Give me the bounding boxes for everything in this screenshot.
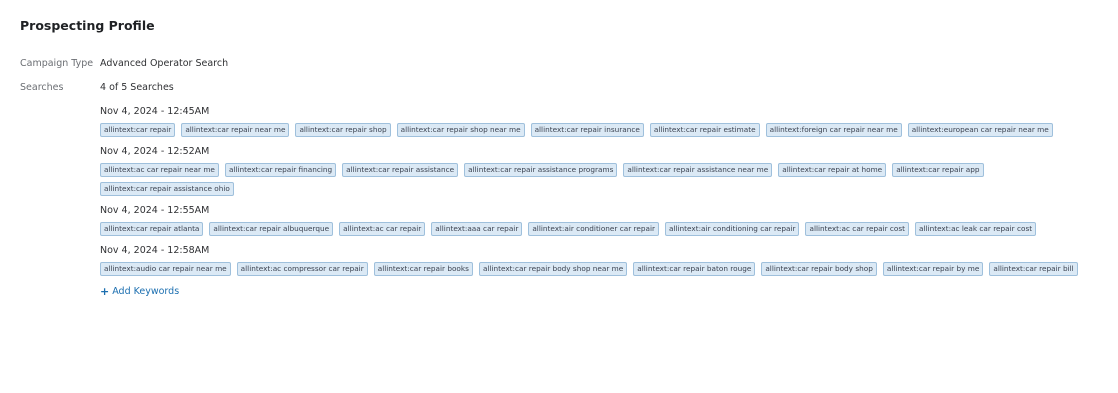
prospecting-profile-panel: Prospecting Profile Campaign Type Advanc…: [0, 0, 1118, 297]
keyword-tag: allintext:car repair assistance near me: [623, 163, 773, 177]
keyword-tag: allintext:car repair estimate: [649, 123, 760, 137]
searches-count: 4 of 5 Searches: [100, 82, 174, 93]
keyword-tag: allintext:car repair body shop: [761, 262, 877, 276]
keyword-tag: allintext:car repair app: [892, 163, 984, 177]
keyword-tag: allintext:ac compressor car repair: [236, 262, 368, 276]
keyword-tag: allintext:car repair at home: [778, 163, 887, 177]
plus-icon: +: [100, 284, 110, 298]
keyword-tag: allintext:car repair assistance ohio: [100, 182, 234, 196]
keyword-tag: allintext:car repair by me: [882, 262, 984, 276]
search-date: Nov 4, 2024 - 12:55AM: [100, 205, 210, 216]
searches-list: 4 of 5 Searches Nov 4, 2024 - 12:45AM all…: [100, 82, 1098, 297]
keyword-tag: allintext:air conditioning car repair: [665, 222, 800, 236]
keyword-tag: allintext:air conditioner car repair: [528, 222, 659, 236]
keyword-tag: allintext:car repair albuquerque: [209, 222, 334, 236]
add-keywords-button[interactable]: + Add Keywords: [100, 284, 1098, 298]
keyword-tag: allintext:car repair bill: [989, 262, 1078, 276]
searches-label: Searches: [20, 82, 64, 93]
search-group: Nov 4, 2024 - 12:55AM allintext:car repai…: [100, 205, 1098, 236]
keyword-tag: allintext:car repair body shop near me: [478, 262, 628, 276]
keyword-tag: allintext:car repair books: [373, 262, 473, 276]
keyword-tag: allintext:ac leak car repair cost: [915, 222, 1037, 236]
search-date: Nov 4, 2024 - 12:45AM: [100, 106, 210, 117]
keyword-tag: allintext:car repair baton rouge: [633, 262, 756, 276]
keyword-tag: allintext:aaa car repair: [431, 222, 523, 236]
keyword-tag: allintext:european car repair near me: [907, 123, 1053, 137]
keyword-tag-list: allintext:audio car repair near me allint…: [100, 262, 1098, 276]
search-groups: Nov 4, 2024 - 12:45AM allintext:car repai…: [100, 106, 1098, 285]
keyword-tag: allintext:car repair insurance: [530, 123, 644, 137]
searches-row: Searches 4 of 5 Searches Nov 4, 2024 - 1…: [20, 82, 1098, 297]
keyword-tag: allintext:car repair assistance programs: [464, 163, 618, 177]
add-keywords-label: Add Keywords: [112, 286, 180, 297]
campaign-type-row: Campaign Type Advanced Operator Search: [20, 58, 1098, 70]
keyword-tag: allintext:car repair financing: [224, 163, 337, 177]
keyword-tag-list: allintext:car repair atlanta allintext:ca…: [100, 222, 1098, 236]
keyword-tag: allintext:car repair shop near me: [396, 123, 525, 137]
keyword-tag: allintext:ac car repair cost: [805, 222, 910, 236]
keyword-tag: allintext:ac car repair: [339, 222, 426, 236]
keyword-tag: allintext:car repair shop: [295, 123, 391, 137]
keyword-tag: allintext:audio car repair near me: [100, 262, 231, 276]
search-group: Nov 4, 2024 - 12:45AM allintext:car repai…: [100, 106, 1098, 137]
keyword-tag: allintext:car repair assistance: [342, 163, 459, 177]
search-group: Nov 4, 2024 - 12:52AM allintext:ac car re…: [100, 146, 1098, 196]
keyword-tag-list: allintext:car repair allintext:car repair…: [100, 123, 1098, 137]
search-date: Nov 4, 2024 - 12:52AM: [100, 146, 210, 157]
keyword-tag-list: allintext:ac car repair near me allintext…: [100, 163, 1098, 196]
keyword-tag: allintext:car repair: [100, 123, 176, 137]
keyword-tag: allintext:ac car repair near me: [100, 163, 219, 177]
keyword-tag: allintext:car repair atlanta: [100, 222, 204, 236]
keyword-tag: allintext:car repair near me: [181, 123, 290, 137]
search-group: Nov 4, 2024 - 12:58AM allintext:audio car…: [100, 245, 1098, 276]
campaign-type-label: Campaign Type: [20, 58, 94, 69]
search-date: Nov 4, 2024 - 12:58AM: [100, 245, 210, 256]
campaign-type-value: Advanced Operator Search: [100, 58, 229, 69]
page-title: Prospecting Profile: [20, 18, 155, 33]
keyword-tag: allintext:foreign car repair near me: [765, 123, 902, 137]
